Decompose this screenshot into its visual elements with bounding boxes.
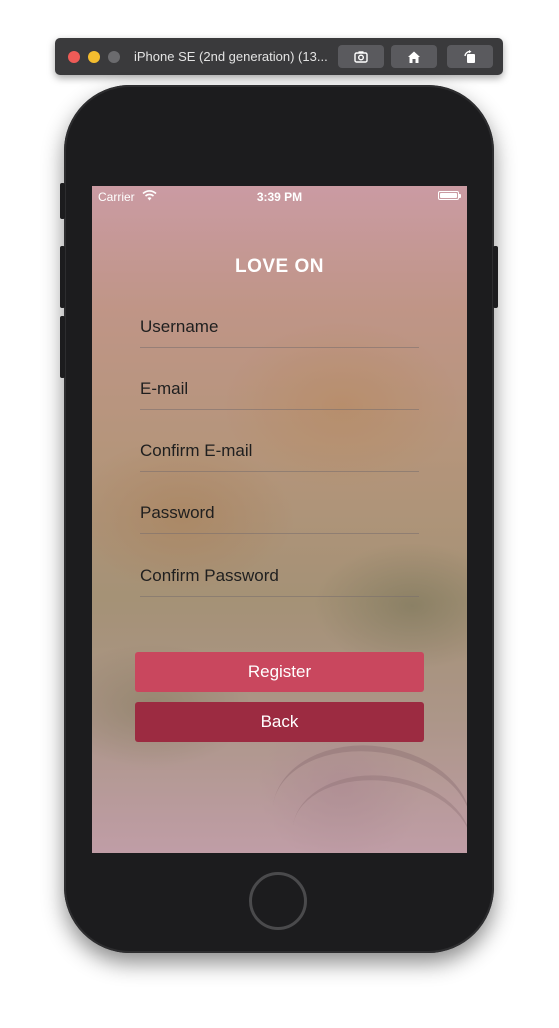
status-bar: Carrier 3:39 PM	[92, 186, 467, 206]
app-screen: Carrier 3:39 PM LOVE ON Username E-mail …	[92, 186, 467, 853]
screenshot-button[interactable]	[338, 45, 384, 68]
volume-up-button	[60, 246, 65, 308]
confirm-email-field[interactable]: Confirm E-mail	[140, 431, 419, 472]
rotate-button[interactable]	[447, 45, 493, 68]
rotate-icon	[464, 49, 475, 63]
simulator-toolbar: iPhone SE (2nd generation) (13...	[55, 38, 503, 75]
username-placeholder: Username	[140, 317, 219, 336]
email-field[interactable]: E-mail	[140, 369, 419, 410]
battery-icon	[438, 191, 461, 200]
back-button[interactable]: Back	[135, 702, 424, 742]
close-window-button[interactable]	[68, 50, 80, 63]
window-controls	[68, 50, 120, 63]
confirm-password-field[interactable]: Confirm Password	[140, 556, 419, 597]
minimize-window-button[interactable]	[88, 50, 100, 63]
screenshot-icon	[354, 50, 368, 63]
confirm-password-placeholder: Confirm Password	[140, 566, 279, 585]
email-placeholder: E-mail	[140, 379, 189, 398]
password-placeholder: Password	[140, 503, 215, 522]
power-button	[493, 246, 498, 308]
mute-switch	[60, 183, 65, 219]
simulator-title: iPhone SE (2nd generation) (13...	[134, 49, 328, 64]
zoom-window-button[interactable]	[108, 50, 120, 63]
app-title: LOVE ON	[234, 256, 324, 277]
username-field[interactable]: Username	[140, 307, 419, 348]
register-button[interactable]: Register	[135, 652, 424, 692]
home-button[interactable]	[249, 872, 307, 930]
home-icon	[408, 51, 420, 63]
password-field[interactable]: Password	[140, 493, 419, 534]
home-button-toolbar[interactable]	[391, 45, 437, 68]
confirm-email-placeholder: Confirm E-mail	[140, 441, 253, 460]
status-time: 3:39 PM	[256, 190, 303, 204]
volume-down-button	[60, 316, 65, 378]
